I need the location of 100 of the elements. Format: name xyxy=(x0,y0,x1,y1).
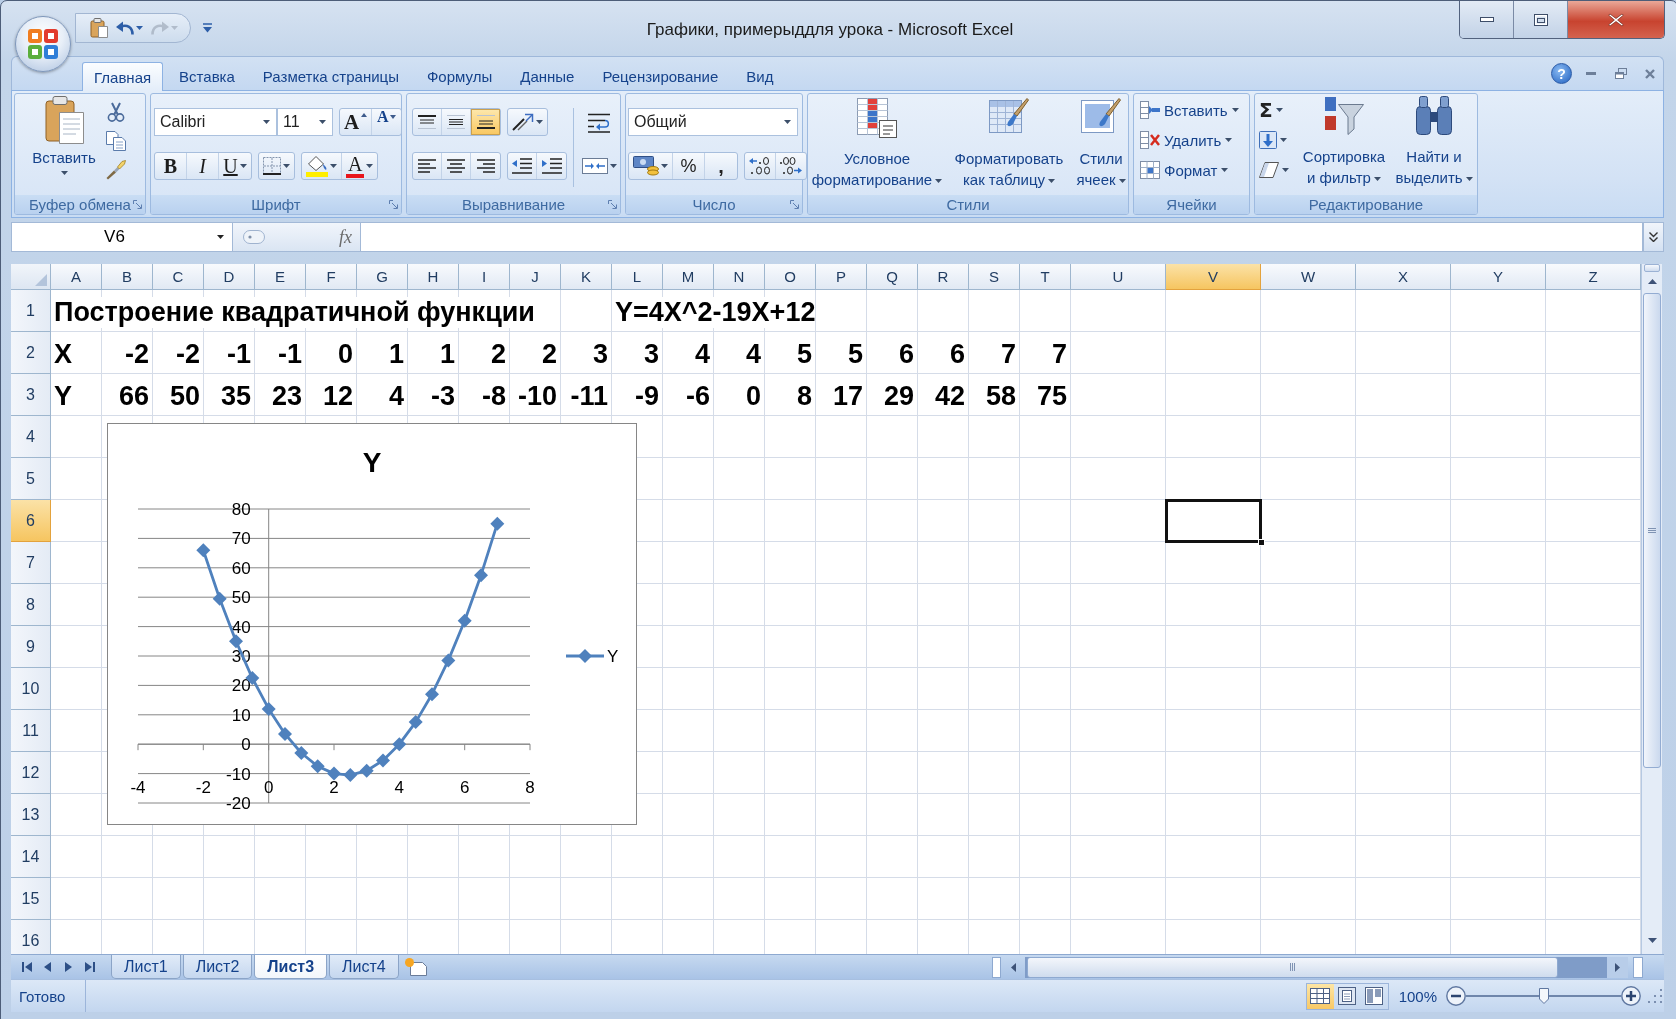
row-header[interactable]: 9 xyxy=(11,626,51,668)
row-header[interactable]: 16 xyxy=(11,920,51,954)
dialog-launcher-icon[interactable] xyxy=(133,200,142,209)
copy-button[interactable] xyxy=(103,128,129,154)
row-header[interactable]: 10 xyxy=(11,668,51,710)
row-header[interactable]: 6 xyxy=(11,500,51,542)
ribbon-tab[interactable]: Разметка страницы xyxy=(250,62,411,90)
column-header[interactable]: D xyxy=(204,264,255,290)
paste-button[interactable] xyxy=(88,16,110,40)
zoom-out-button[interactable] xyxy=(1446,986,1466,1006)
column-header[interactable]: F xyxy=(306,264,357,290)
ribbon-tab[interactable]: Главная xyxy=(82,62,164,91)
font-color-button[interactable]: A xyxy=(342,153,378,179)
column-header[interactable]: L xyxy=(612,264,663,290)
slider-thumb-icon[interactable] xyxy=(1538,988,1549,1004)
dialog-launcher-icon[interactable] xyxy=(608,200,617,209)
delete-cells-button[interactable]: Удалить xyxy=(1140,127,1239,153)
row-header[interactable]: 13 xyxy=(11,794,51,836)
column-header[interactable]: J xyxy=(510,264,561,290)
column-header[interactable]: S xyxy=(969,264,1020,290)
column-header[interactable]: C xyxy=(153,264,204,290)
column-header[interactable]: Y xyxy=(1451,264,1546,290)
column-header[interactable]: M xyxy=(663,264,714,290)
row-header[interactable]: 5 xyxy=(11,458,51,500)
scroll-thumb[interactable] xyxy=(1643,293,1661,768)
row-header[interactable]: 7 xyxy=(11,542,51,584)
ribbon-tab[interactable]: Рецензирование xyxy=(590,62,731,90)
zoom-in-button[interactable] xyxy=(1621,986,1641,1006)
ribbon-tab[interactable]: Вставка xyxy=(167,62,247,90)
row-header[interactable]: 4 xyxy=(11,416,51,458)
normal-view-button[interactable] xyxy=(1306,983,1334,1009)
zoom-level-button[interactable]: 100% xyxy=(1398,987,1437,1005)
resize-grip-icon[interactable] xyxy=(1648,989,1662,1003)
text-orientation-button[interactable] xyxy=(507,108,548,136)
row-header[interactable]: 11 xyxy=(11,710,51,752)
ribbon-tab[interactable]: Вид xyxy=(734,62,786,90)
sheet-tab[interactable]: Лист2 xyxy=(182,955,253,979)
bold-button[interactable]: B xyxy=(155,153,187,179)
splitter-handle-icon[interactable] xyxy=(243,230,265,244)
column-header[interactable]: G xyxy=(357,264,408,290)
tab-split-handle[interactable] xyxy=(992,956,1001,978)
maximize-button[interactable] xyxy=(1514,1,1568,38)
column-header[interactable]: E xyxy=(255,264,306,290)
sheet-tab[interactable]: Лист4 xyxy=(329,955,399,979)
sort-filter-button[interactable]: Сортировка и фильтр xyxy=(1297,94,1391,195)
font-size-field[interactable]: 11 xyxy=(277,108,333,136)
column-header[interactable]: Q xyxy=(867,264,918,290)
percent-button[interactable]: % xyxy=(673,153,705,179)
dialog-launcher-icon[interactable] xyxy=(389,200,398,209)
find-select-button[interactable]: Найти и выделить xyxy=(1391,94,1477,195)
column-header[interactable]: N xyxy=(714,264,765,290)
column-header[interactable]: Z xyxy=(1546,264,1641,290)
sheet-tab[interactable]: Лист1 xyxy=(111,955,181,979)
column-header[interactable]: R xyxy=(918,264,969,290)
column-header[interactable]: T xyxy=(1020,264,1071,290)
row-header[interactable]: 14 xyxy=(11,836,51,878)
font-name-field[interactable]: Calibri xyxy=(154,108,277,136)
row-header[interactable]: 2 xyxy=(11,332,51,374)
sheet-tab[interactable]: Лист3 xyxy=(254,955,328,979)
column-header[interactable]: O xyxy=(765,264,816,290)
column-header[interactable]: B xyxy=(102,264,153,290)
dialog-launcher-icon[interactable] xyxy=(790,200,799,209)
conditional-formatting-button[interactable]: Условное форматирование xyxy=(808,96,946,195)
column-header[interactable]: X xyxy=(1356,264,1451,290)
italic-button[interactable]: I xyxy=(187,153,219,179)
paste-button[interactable]: Вставить xyxy=(25,94,103,195)
fill-handle[interactable] xyxy=(1258,539,1265,546)
sum-button[interactable]: Σ xyxy=(1259,97,1297,123)
column-header[interactable]: V xyxy=(1166,264,1261,290)
column-header[interactable]: W xyxy=(1261,264,1356,290)
ribbon-tab[interactable]: Данные xyxy=(508,62,587,90)
formula-input[interactable] xyxy=(360,222,1643,252)
number-format-field[interactable]: Общий xyxy=(628,108,798,136)
insert-cells-button[interactable]: Вставить xyxy=(1140,97,1239,123)
column-header[interactable]: A xyxy=(51,264,102,290)
scroll-right-button[interactable] xyxy=(1607,956,1628,978)
ribbon-tab[interactable]: Формулы xyxy=(414,62,505,90)
cell-styles-button[interactable]: Стили ячеек xyxy=(1072,96,1130,195)
column-header[interactable]: H xyxy=(408,264,459,290)
column-header[interactable]: K xyxy=(561,264,612,290)
row-header[interactable]: 12 xyxy=(11,752,51,794)
row-header[interactable]: 1 xyxy=(11,290,51,332)
column-header[interactable]: I xyxy=(459,264,510,290)
app-menu-button[interactable] xyxy=(15,16,71,72)
format-cells-button[interactable]: Формат xyxy=(1140,157,1239,183)
borders-button[interactable] xyxy=(258,152,295,180)
underline-button[interactable]: U xyxy=(219,153,251,179)
row-header[interactable]: 8 xyxy=(11,584,51,626)
row-header[interactable]: 15 xyxy=(11,878,51,920)
column-header[interactable]: U xyxy=(1071,264,1166,290)
insert-function-button[interactable]: fx xyxy=(337,226,354,248)
name-box[interactable]: V6 xyxy=(11,222,233,252)
grow-font-button[interactable]: A xyxy=(340,109,373,135)
row-header[interactable]: 3 xyxy=(11,374,51,416)
align-bottom-button[interactable] xyxy=(471,109,500,135)
comma-style-button[interactable]: , xyxy=(705,153,737,179)
shrink-font-button[interactable]: A xyxy=(372,109,402,135)
column-header[interactable]: P xyxy=(816,264,867,290)
format-as-table-button[interactable]: Форматировать как таблицу xyxy=(948,96,1070,195)
expand-formula-bar-button[interactable] xyxy=(1643,222,1664,252)
